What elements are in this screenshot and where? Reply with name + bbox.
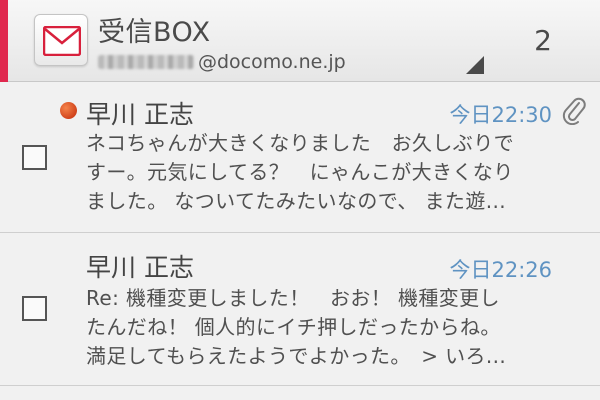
preview-line: ネコちゃんが大きくなりました お久しぶりで [86,131,514,155]
account-domain: @docomo.ne.jp [198,51,346,73]
mail-time: 今日22:30 [449,103,552,127]
mail-envelope-icon[interactable] [34,14,88,66]
mail-sender: 早川 正志 [86,253,194,282]
header-bar: 受信BOX @docomo.ne.jp 2 [0,0,600,82]
mail-preview: Re: 機種変更しました！ おお！ 機種変更し たんだね！ 個人的にイチ押しだっ… [86,284,566,371]
account-address[interactable]: @docomo.ne.jp [98,50,346,74]
select-checkbox[interactable] [22,145,47,170]
mail-sender: 早川 正志 [86,100,194,129]
folder-title[interactable]: 受信BOX [98,10,211,49]
mail-preview: ネコちゃんが大きくなりました お久しぶりで すー。元気にしてる？ にゃんこが大き… [86,129,566,216]
preview-line: たんだね！ 個人的にイチ押しだったからね。 [86,315,501,339]
mail-list-item[interactable]: 早川 正志 今日22:26 Re: 機種変更しました！ おお！ 機種変更し たん… [0,234,600,386]
preview-line: すー。元気にしてる？ にゃんこが大きくなり [86,160,514,184]
select-checkbox[interactable] [22,296,47,321]
dropdown-corner-icon[interactable] [466,56,484,74]
accent-bar [0,0,8,82]
preview-line: 満足してもらえたようでよかった。 > いろ... [86,344,507,368]
mail-time: 今日22:26 [449,258,552,282]
masked-account-name [98,55,194,69]
paperclip-icon [562,97,586,125]
mail-list: 早川 正志 今日22:30 ネコちゃんが大きくなりました お久しぶりで すー。元… [0,83,600,233]
unread-count: 2 [534,24,552,57]
preview-line: ました。 なついてたみたいなので、 また遊... [86,189,506,213]
unread-dot-icon [60,102,77,119]
preview-line: Re: 機種変更しました！ おお！ 機種変更し [86,286,500,310]
mail-list-item[interactable]: 早川 正志 今日22:30 ネコちゃんが大きくなりました お久しぶりで すー。元… [0,83,600,233]
